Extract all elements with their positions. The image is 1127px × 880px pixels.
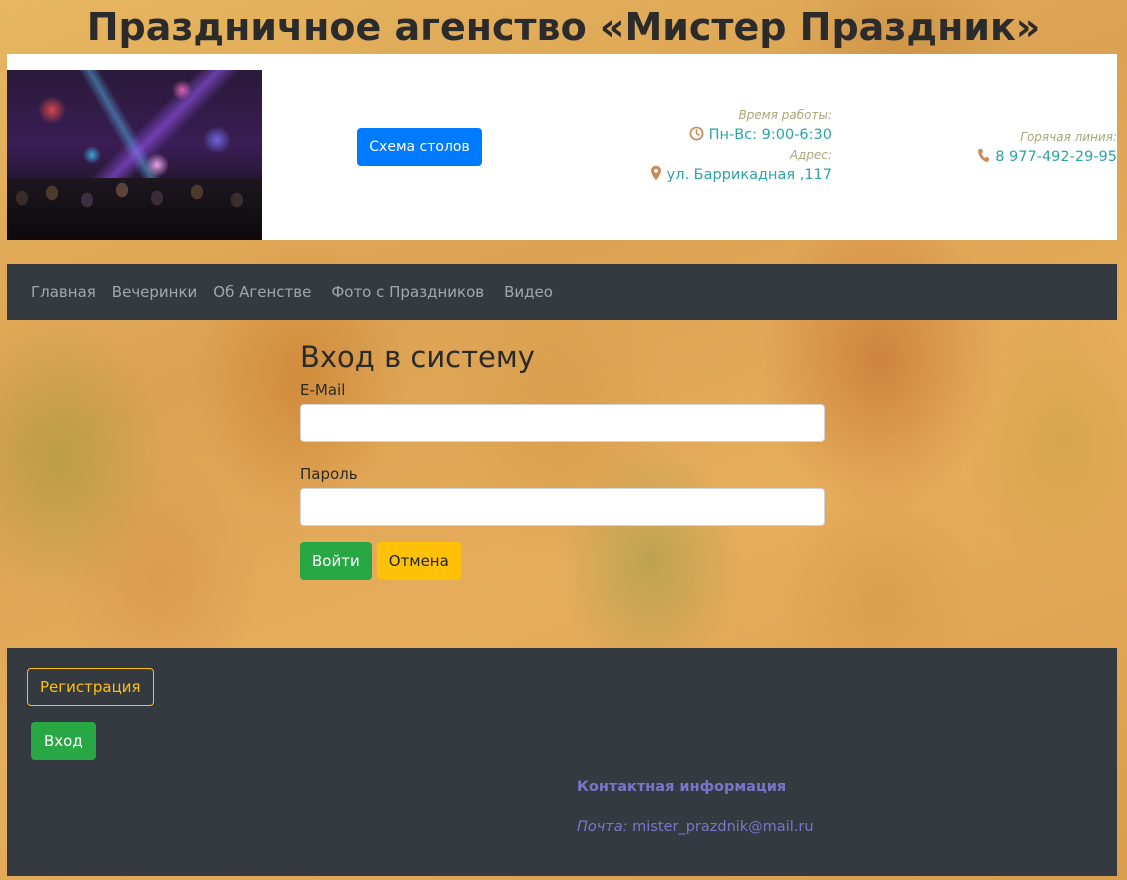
nav-item-parties[interactable]: Вечеринки xyxy=(112,283,198,301)
email-label: E-Mail xyxy=(300,381,346,399)
map-pin-icon xyxy=(650,165,662,185)
footer-login-button[interactable]: Вход xyxy=(31,722,96,760)
header-box: Схема столов Время работы: Пн-Вс: 9:00-6… xyxy=(7,54,1117,240)
clock-icon xyxy=(689,126,704,145)
working-hours-block: Время работы: Пн-Вс: 9:00-6:30 Адрес: ул… xyxy=(650,106,832,186)
main-navbar: Главная Вечеринки Об Агенстве Фото с Пра… xyxy=(7,264,1117,320)
site-title: Праздничное агенство «Мистер Праздник» xyxy=(86,5,1041,49)
phone-icon xyxy=(977,148,990,167)
mail-label: Почта: xyxy=(577,819,628,835)
mail-value[interactable]: mister_prazdnik@mail.ru xyxy=(632,819,813,835)
address-value: ул. Баррикадная ,117 xyxy=(666,167,832,183)
nav-item-video[interactable]: Видео xyxy=(504,283,553,301)
email-field[interactable] xyxy=(300,404,825,442)
footer: Регистрация Вход Контактная информация П… xyxy=(7,648,1117,876)
nav-item-photos[interactable]: Фото с Праздников xyxy=(331,283,484,301)
hours-label: Время работы: xyxy=(738,108,832,122)
password-label: Пароль xyxy=(300,465,358,483)
login-actions: Войти Отмена xyxy=(300,542,825,580)
nav-item-home[interactable]: Главная xyxy=(31,283,96,301)
party-photo xyxy=(7,70,262,240)
address-row: ул. Баррикадная ,117 xyxy=(650,164,832,186)
hotline-row: 8 977-492-29-95 xyxy=(977,146,1117,168)
hours-row: Пн-Вс: 9:00-6:30 xyxy=(650,124,832,146)
register-button[interactable]: Регистрация xyxy=(27,668,154,706)
contacts-title: Контактная информация xyxy=(577,779,787,795)
nav-item-about[interactable]: Об Агенстве xyxy=(213,283,311,301)
contact-mail-row: Почта: mister_prazdnik@mail.ru xyxy=(577,819,814,835)
party-crowd-image xyxy=(7,178,262,240)
hotline-value[interactable]: 8 977-492-29-95 xyxy=(995,146,1117,168)
table-scheme-button[interactable]: Схема столов xyxy=(357,128,482,166)
login-form: Вход в систему E-Mail Пароль Войти Отмен… xyxy=(300,336,825,580)
hotline-label: Горячая линия: xyxy=(1020,130,1117,144)
password-field[interactable] xyxy=(300,488,825,526)
hours-value: Пн-Вс: 9:00-6:30 xyxy=(708,127,832,143)
address-label: Адрес: xyxy=(789,148,832,162)
hotline-block: Горячая линия: 8 977-492-29-95 xyxy=(977,128,1117,168)
login-cancel-button[interactable]: Отмена xyxy=(376,542,461,580)
login-submit-button[interactable]: Войти xyxy=(300,542,372,580)
login-heading: Вход в систему xyxy=(300,340,535,374)
